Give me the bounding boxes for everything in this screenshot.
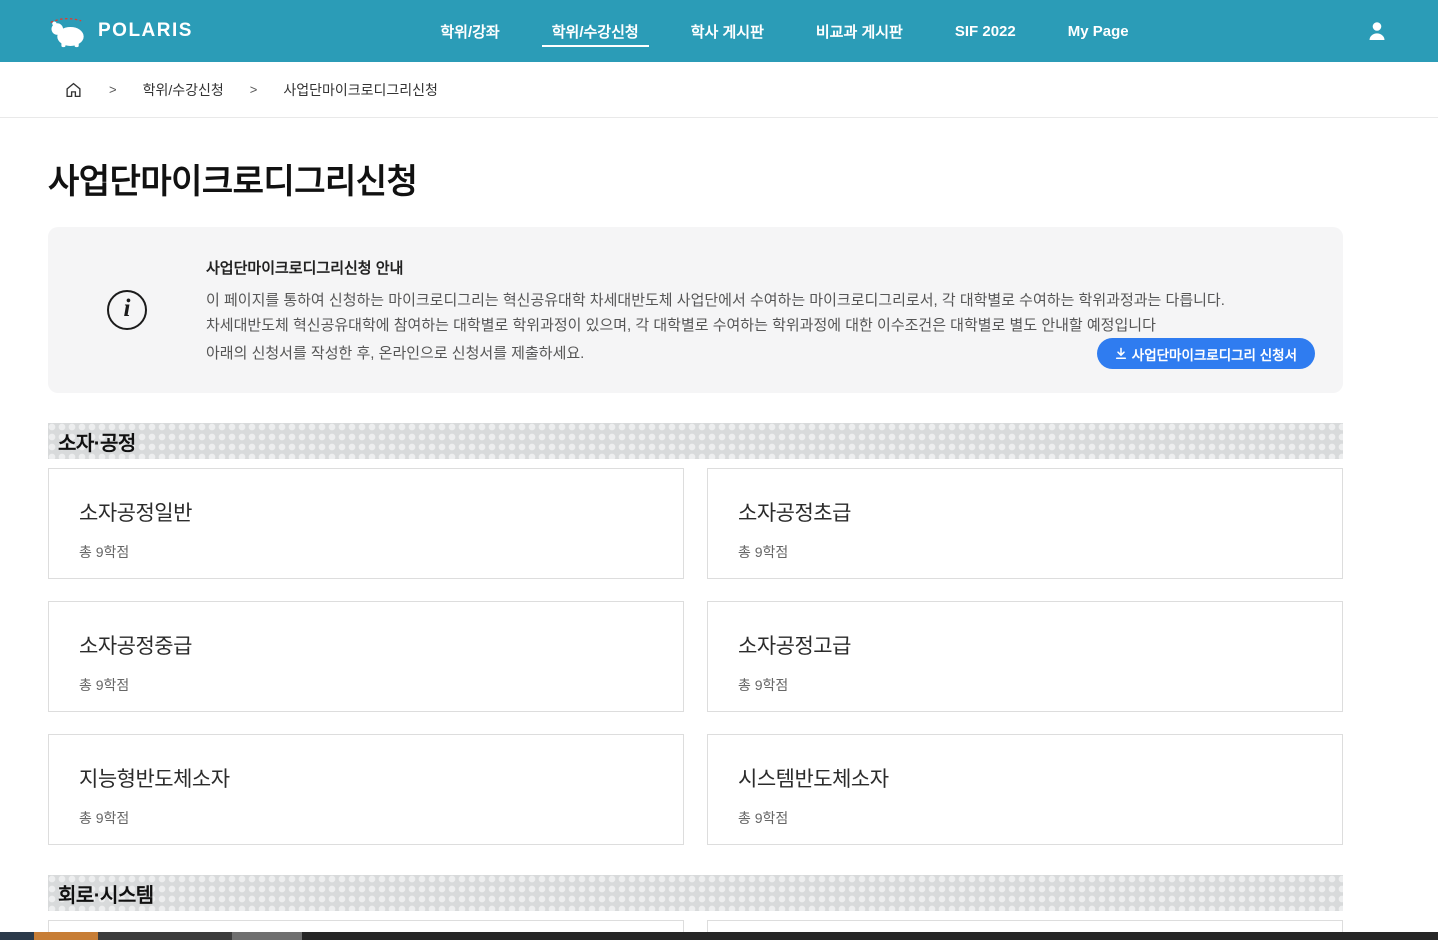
- brand[interactable]: POLARIS: [48, 15, 193, 48]
- notice-box: i 사업단마이크로디그리신청 안내 이 페이지를 통하여 신청하는 마이크로디그…: [48, 227, 1343, 393]
- degree-card-credits: 총 9학점: [738, 675, 1312, 695]
- breadcrumb: > 학위/수강신청 > 사업단마이크로디그리신청: [0, 62, 1438, 118]
- sections-container: 소자·공정 소자공정일반 총 9학점 소자공정초급 총 9학점 소자공정중급 총…: [48, 423, 1343, 940]
- degree-card-credits: 총 9학점: [79, 675, 653, 695]
- nav-item[interactable]: 학사 게시판: [665, 0, 790, 62]
- degree-card-title: 소자공정초급: [738, 497, 1312, 527]
- download-button-label: 사업단마이크로디그리 신청서: [1132, 344, 1297, 364]
- breadcrumb-chevron-icon: >: [109, 82, 117, 97]
- degree-card[interactable]: 소자공정고급 총 9학점: [707, 601, 1343, 712]
- notice-heading: 사업단마이크로디그리신청 안내: [206, 257, 1315, 278]
- degree-card-title: 소자공정일반: [79, 497, 653, 527]
- degree-card-title: 지능형반도체소자: [79, 763, 653, 793]
- nav-item[interactable]: My Page: [1042, 0, 1155, 62]
- degree-card-credits: 총 9학점: [79, 808, 653, 828]
- user-icon: [1365, 19, 1389, 43]
- degree-card[interactable]: 소자공정초급 총 9학점: [707, 468, 1343, 579]
- taskbar-segment: [98, 932, 232, 940]
- home-icon[interactable]: [64, 81, 83, 99]
- nav-item[interactable]: 학위/강좌: [414, 0, 525, 62]
- taskbar-strip: [0, 932, 1438, 940]
- nav-item[interactable]: 비교과 게시판: [790, 0, 929, 62]
- notice-line-1: 이 페이지를 통하여 신청하는 마이크로디그리는 혁신공유대학 차세대반도체 사…: [206, 288, 1315, 313]
- download-icon: [1115, 347, 1127, 360]
- main-nav: 학위/강좌학위/수강신청학사 게시판비교과 게시판SIF 2022My Page: [414, 0, 1154, 62]
- degree-card-credits: 총 9학점: [79, 542, 653, 562]
- degree-card[interactable]: 시스템반도체소자 총 9학점: [707, 734, 1343, 845]
- degree-card-title: 시스템반도체소자: [738, 763, 1312, 793]
- taskbar-segment: [232, 932, 302, 940]
- card-grid: 소자공정일반 총 9학점 소자공정초급 총 9학점 소자공정중급 총 9학점 소…: [48, 468, 1343, 845]
- section-title: 회로·시스템: [58, 879, 154, 908]
- section-header: 회로·시스템: [48, 875, 1343, 911]
- nav-item[interactable]: SIF 2022: [929, 0, 1042, 62]
- brand-name: POLARIS: [98, 20, 193, 42]
- page-title: 사업단마이크로디그리신청: [48, 154, 1343, 203]
- info-icon: i: [107, 290, 147, 330]
- section-header: 소자·공정: [48, 423, 1343, 459]
- breadcrumb-chevron-icon: >: [250, 82, 258, 97]
- degree-card-credits: 총 9학점: [738, 542, 1312, 562]
- taskbar-segment: [302, 932, 1438, 940]
- taskbar-segment: [0, 932, 34, 940]
- notice-line-3: 아래의 신청서를 작성한 후, 온라인으로 신청서를 제출하세요.: [206, 341, 584, 366]
- nav-item[interactable]: 학위/수강신청: [526, 0, 665, 62]
- breadcrumb-item[interactable]: 사업단마이크로디그리신청: [283, 80, 438, 100]
- navbar: POLARIS 학위/강좌학위/수강신청학사 게시판비교과 게시판SIF 202…: [0, 0, 1438, 62]
- polaris-bear-logo-icon: [48, 15, 88, 48]
- user-menu-button[interactable]: [1360, 14, 1394, 48]
- degree-card-title: 소자공정중급: [79, 630, 653, 660]
- taskbar-segment: [34, 932, 98, 940]
- notice-line-2: 차세대반도체 혁신공유대학에 참여하는 대학별로 학위과정이 있으며, 각 대학…: [206, 313, 1315, 338]
- section-title: 소자·공정: [58, 427, 136, 456]
- degree-card-title: 소자공정고급: [738, 630, 1312, 660]
- degree-card[interactable]: 소자공정일반 총 9학점: [48, 468, 684, 579]
- degree-card[interactable]: 지능형반도체소자 총 9학점: [48, 734, 684, 845]
- download-application-button[interactable]: 사업단마이크로디그리 신청서: [1097, 338, 1315, 369]
- main-content: 사업단마이크로디그리신청 i 사업단마이크로디그리신청 안내 이 페이지를 통하…: [48, 154, 1343, 940]
- degree-card-credits: 총 9학점: [738, 808, 1312, 828]
- degree-card[interactable]: 소자공정중급 총 9학점: [48, 601, 684, 712]
- breadcrumb-item[interactable]: 학위/수강신청: [143, 80, 224, 100]
